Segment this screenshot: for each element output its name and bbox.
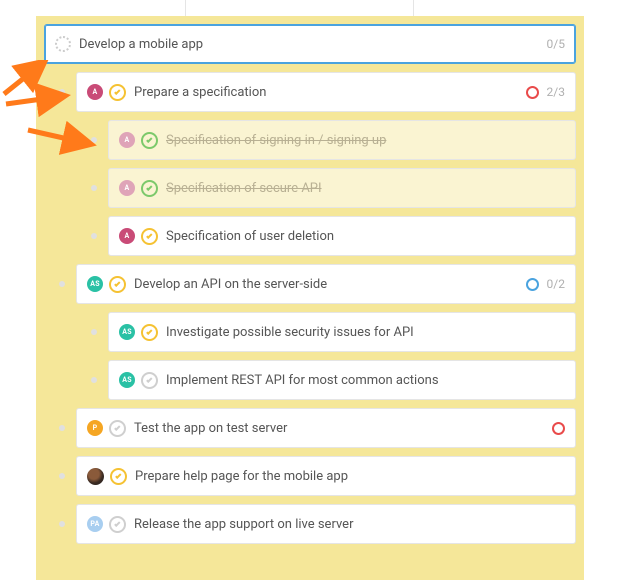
status-check-icon[interactable]: [141, 132, 158, 149]
status-check-icon[interactable]: [141, 228, 158, 245]
assignee-badge: A: [119, 228, 135, 244]
task-title: Implement REST API for most common actio…: [166, 373, 565, 388]
status-check-icon[interactable]: [110, 468, 127, 485]
task-title: Develop a mobile app: [79, 37, 547, 52]
assignee-badge: AS: [87, 276, 103, 292]
task-root[interactable]: Develop a mobile app 0/5: [44, 24, 576, 64]
assignee-badge: AS: [119, 324, 135, 340]
assignee-badge: PA: [87, 516, 103, 532]
assignee-badge: P: [87, 420, 103, 436]
task-title: Specification of signing in / signing up: [166, 133, 565, 148]
assignee-avatar: [87, 468, 104, 485]
tree-bullet-icon: [91, 377, 97, 383]
task-title: Specification of secure API: [166, 181, 565, 196]
subtask-count: 0/5: [547, 37, 565, 51]
task-title: Investigate possible security issues for…: [166, 325, 565, 340]
task-title: Specification of user deletion: [166, 229, 565, 244]
priority-ring-icon: [526, 278, 539, 291]
status-check-icon[interactable]: [141, 324, 158, 341]
assignee-badge: A: [119, 132, 135, 148]
task-row[interactable]: AS Investigate possible security issues f…: [108, 312, 576, 352]
subtask-count: 2/3: [547, 85, 565, 99]
assignee-badge: AS: [119, 372, 135, 388]
tree-bullet-icon: [91, 329, 97, 335]
task-row[interactable]: P Test the app on test server: [76, 408, 576, 448]
task-row[interactable]: PA Release the app support on live server: [76, 504, 576, 544]
tree-bullet-icon: [91, 185, 97, 191]
tree-bullet-icon: [91, 137, 97, 143]
priority-ring-icon: [552, 422, 565, 435]
task-title: Prepare help page for the mobile app: [135, 469, 565, 484]
task-row[interactable]: A Specification of secure API: [108, 168, 576, 208]
task-meta: 0/2: [526, 277, 565, 291]
tree-bullet-icon: [59, 425, 65, 431]
priority-ring-icon: [526, 86, 539, 99]
tree-bullet-icon: [59, 521, 65, 527]
task-meta: 0/5: [547, 37, 565, 51]
task-title: Prepare a specification: [134, 85, 526, 100]
task-meta: [552, 422, 565, 435]
ruler-line: [185, 0, 186, 16]
tree-bullet-icon: [91, 233, 97, 239]
task-row[interactable]: A Specification of signing in / signing u…: [108, 120, 576, 160]
task-row[interactable]: AS Implement REST API for most common act…: [108, 360, 576, 400]
status-check-icon[interactable]: [109, 516, 126, 533]
tree-bullet-icon: [59, 281, 65, 287]
task-row[interactable]: A Specification of user deletion: [108, 216, 576, 256]
task-meta: 2/3: [526, 85, 565, 99]
status-check-icon[interactable]: [109, 420, 126, 437]
status-check-icon[interactable]: [109, 276, 126, 293]
assignee-badge: A: [87, 84, 103, 100]
subtask-count: 0/2: [547, 277, 565, 291]
task-row[interactable]: Prepare help page for the mobile app: [76, 456, 576, 496]
task-title: Test the app on test server: [134, 421, 552, 436]
status-check-icon[interactable]: [141, 180, 158, 197]
task-row[interactable]: AS Develop an API on the server-side 0/2: [76, 264, 576, 304]
progress-spinner-icon: [55, 36, 71, 52]
ruler-line: [413, 0, 414, 16]
task-title: Release the app support on live server: [134, 517, 565, 532]
assignee-badge: A: [119, 180, 135, 196]
task-title: Develop an API on the server-side: [134, 277, 526, 292]
tree-bullet-icon: [59, 89, 65, 95]
task-row[interactable]: A Prepare a specification 2/3: [76, 72, 576, 112]
status-check-icon[interactable]: [141, 372, 158, 389]
tree-bullet-icon: [59, 473, 65, 479]
status-check-icon[interactable]: [109, 84, 126, 101]
task-tree: Develop a mobile app 0/5 A Prepare a spec…: [36, 16, 584, 580]
